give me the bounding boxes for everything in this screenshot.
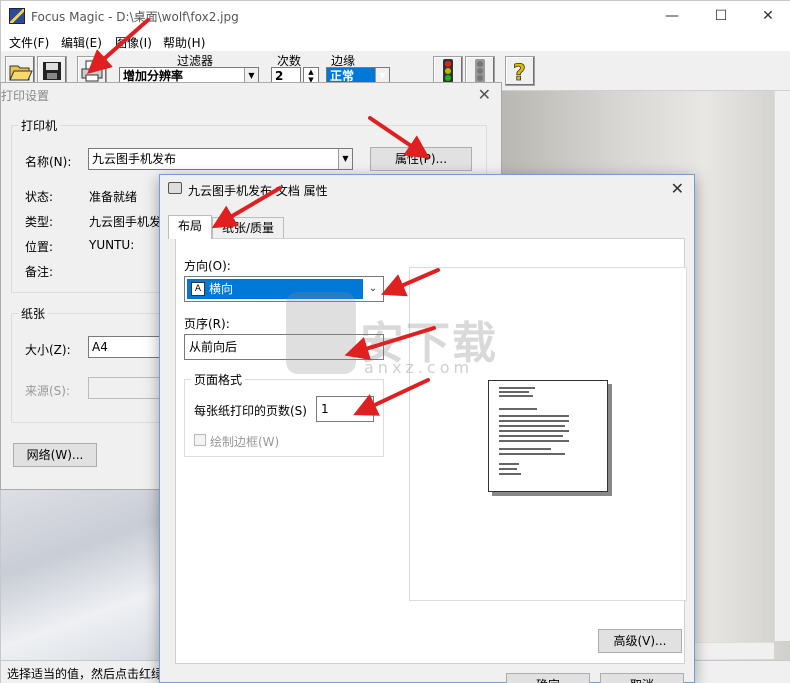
traffic-light-icon xyxy=(443,59,453,83)
ok-button[interactable]: 确定 xyxy=(506,673,590,683)
menu-help[interactable]: 帮助(H) xyxy=(163,34,205,51)
page-order-label: 页序(R): xyxy=(184,317,230,331)
help-button[interactable]: ? xyxy=(505,56,535,86)
page-preview xyxy=(488,380,608,492)
paper-size-value: A4 xyxy=(92,340,108,354)
page-format-group-label: 页面格式 xyxy=(191,371,246,388)
network-button[interactable]: 网络(W)... xyxy=(13,443,97,467)
menu-image[interactable]: 图像(I) xyxy=(115,34,152,51)
pages-per-sheet-label: 每张纸打印的页数(S) xyxy=(194,404,307,418)
layout-tab-panel: 方向(O): A 横向 ⌄ 页序(R): 从前向后 ⌄ 页面格式 每张纸打印的页… xyxy=(175,238,687,664)
menu-bar: 文件(F) 编辑(E) 图像(I) 帮助(H) xyxy=(1,31,790,51)
advanced-button[interactable]: 高级(V)... xyxy=(598,629,682,653)
menu-file[interactable]: 文件(F) xyxy=(9,34,49,51)
type-value: 九云图手机发 xyxy=(89,215,162,229)
floppy-disk-icon xyxy=(43,62,61,80)
printer-icon xyxy=(81,60,103,82)
image-preview-lower xyxy=(1,481,163,661)
printer-name-select[interactable]: 九云图手机发布 ▼ xyxy=(88,148,353,170)
vertical-scrollbar[interactable] xyxy=(774,91,790,641)
paper-source-label: 来源(S): xyxy=(25,384,71,398)
chevron-down-icon: ▼ xyxy=(338,149,352,169)
menu-edit[interactable]: 编辑(E) xyxy=(61,34,102,51)
printer-name-label: 名称(N): xyxy=(25,155,72,169)
window-title: Focus Magic - D:\桌面\wolf\fox2.jpg xyxy=(31,10,239,24)
paper-size-label: 大小(Z): xyxy=(25,343,71,357)
printer-group-label: 打印机 xyxy=(18,117,61,134)
document-properties-dialog: 九云图手机发布 文档 属性 ✕ 布局 纸张/质量 方向(O): A 横向 ⌄ 页… xyxy=(159,174,695,683)
landscape-icon: A xyxy=(191,282,205,296)
draw-borders-label: 绘制边框(W) xyxy=(210,435,280,449)
paper-group-label: 纸张 xyxy=(18,305,49,322)
traffic-light-disabled-icon xyxy=(475,59,485,83)
type-label: 类型: xyxy=(25,215,54,229)
pages-per-sheet-value: 1 xyxy=(321,402,329,416)
orientation-label: 方向(O): xyxy=(184,259,231,273)
draw-borders-checkbox[interactable] xyxy=(194,434,206,446)
printer-icon xyxy=(168,182,182,194)
watermark-shield-icon xyxy=(286,292,356,374)
status-text: 选择适当的值，然后点击红绿 xyxy=(7,667,164,681)
tab-paper-quality[interactable]: 纸张/质量 xyxy=(212,217,284,239)
where-label: 位置: xyxy=(25,240,54,254)
question-mark-icon: ? xyxy=(513,61,527,87)
printer-name-value: 九云图手机发布 xyxy=(92,152,177,166)
maximize-button[interactable]: ☐ xyxy=(698,1,744,31)
close-icon[interactable]: ✕ xyxy=(478,85,491,104)
close-icon[interactable]: ✕ xyxy=(671,179,684,198)
where-value: YUNTU: xyxy=(89,238,135,252)
watermark-subtext: anxz.com xyxy=(364,358,474,377)
open-folder-icon xyxy=(9,65,33,81)
filter-select-value: 增加分辨率 xyxy=(123,69,184,83)
edge-select-value: 正常 xyxy=(330,69,355,83)
minimize-button[interactable]: — xyxy=(649,1,695,31)
printer-properties-button[interactable]: 属性(P)... xyxy=(370,147,472,171)
page-order-value: 从前向后 xyxy=(189,340,238,354)
close-button[interactable]: ✕ xyxy=(745,1,790,31)
pages-per-sheet-select[interactable]: 1 xyxy=(316,396,374,422)
status-value: 准备就绪 xyxy=(89,190,138,204)
status-label: 状态: xyxy=(25,190,54,204)
comment-label: 备注: xyxy=(25,265,54,279)
orientation-value: 横向 xyxy=(209,282,234,296)
svg-text:?: ? xyxy=(513,61,526,85)
chevron-down-icon: ⌄ xyxy=(368,283,378,294)
print-dialog-title: 打印设置 xyxy=(1,89,50,103)
focus-magic-app-icon xyxy=(9,8,25,24)
cancel-button[interactable]: 取消 xyxy=(600,673,684,683)
tab-layout[interactable]: 布局 xyxy=(168,215,212,239)
properties-dialog-title: 九云图手机发布 文档 属性 xyxy=(188,184,328,198)
passes-value: 2 xyxy=(275,69,284,83)
title-bar: Focus Magic - D:\桌面\wolf\fox2.jpg — ☐ ✕ xyxy=(1,1,790,31)
